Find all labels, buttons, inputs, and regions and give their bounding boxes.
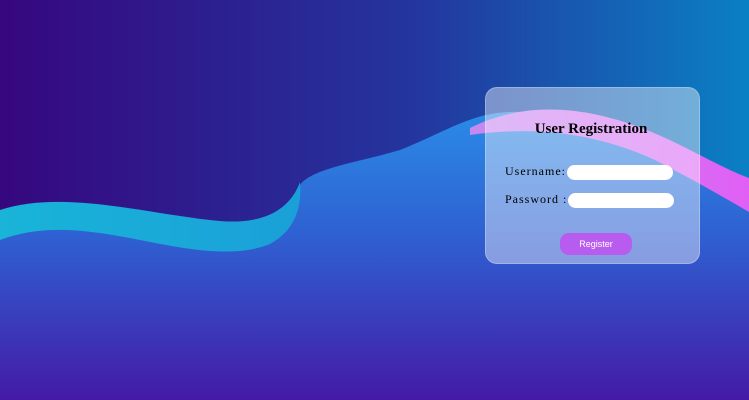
- registration-card: User Registration Username: Password : R…: [485, 87, 700, 264]
- password-field[interactable]: [568, 193, 674, 208]
- register-button[interactable]: Register: [560, 233, 632, 255]
- username-field[interactable]: [567, 165, 673, 180]
- registration-page: User Registration Username: Password : R…: [0, 0, 749, 400]
- username-label: Username:: [505, 164, 566, 178]
- password-label: Password :: [505, 192, 568, 206]
- form-title: User Registration: [534, 121, 648, 137]
